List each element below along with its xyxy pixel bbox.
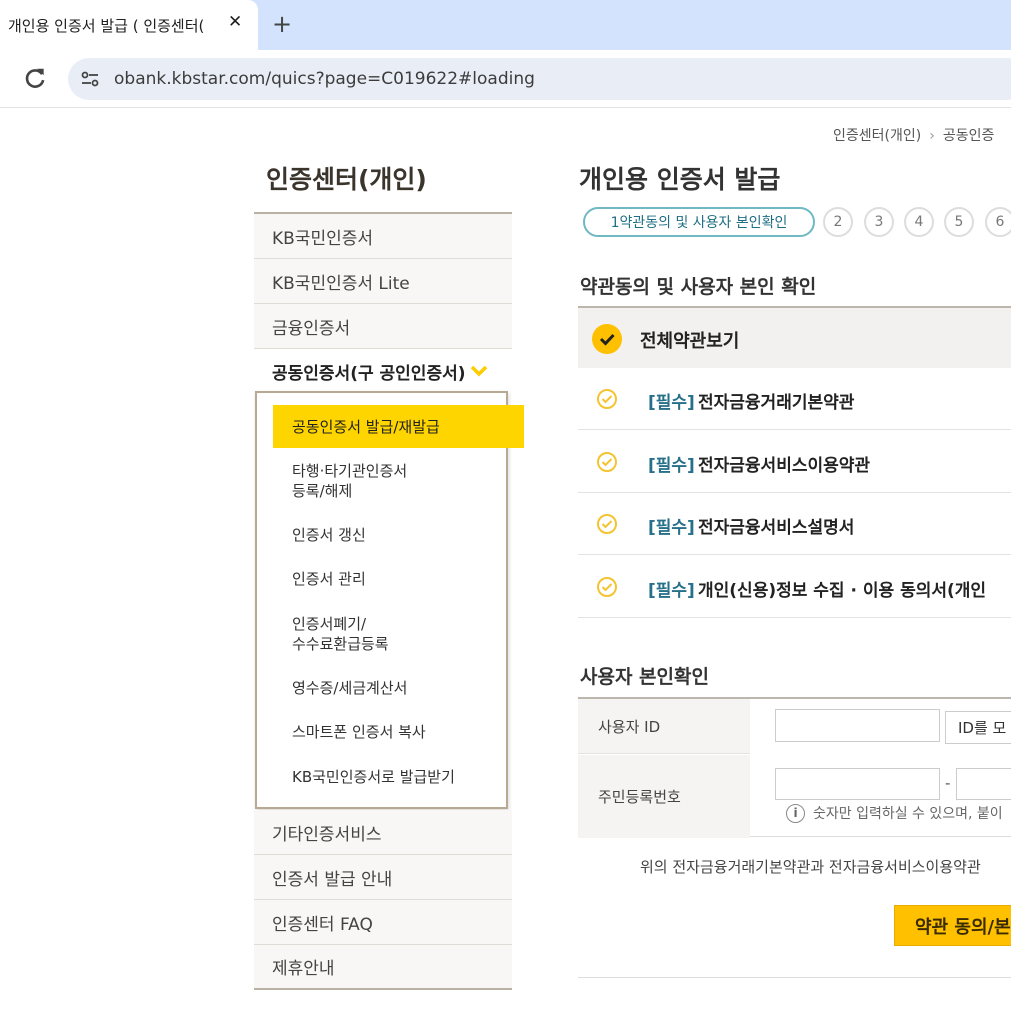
user-id-label: 사용자 ID — [578, 699, 750, 754]
terms-name[interactable]: 개인(신용)정보 수집 · 이용 동의서(개인 — [698, 576, 986, 601]
submenu: 공동인증서 발급/재발급 타행·타기관인증서 등록/해제 인증서 갱신 인증서 … — [255, 391, 524, 809]
rrn-back-input[interactable] — [956, 768, 1011, 800]
nav-item-issue-guide[interactable]: 인증서 발급 안내 — [254, 855, 512, 900]
required-tag: [필수] — [648, 518, 695, 538]
left-nav-bottom: 기타인증서비스 인증서 발급 안내 인증센터 FAQ 제휴안내 — [254, 810, 512, 990]
check-all-icon[interactable] — [592, 324, 622, 354]
rrn-label: 주민등록번호 — [578, 755, 750, 838]
breadcrumb-item[interactable]: 인증센터(개인) — [833, 128, 921, 144]
check-circle-icon[interactable] — [596, 388, 618, 410]
check-circle-icon[interactable] — [596, 451, 618, 473]
submenu-item-smartphone-copy[interactable]: 스마트폰 인증서 복사 — [292, 722, 426, 742]
submenu-item-revoke[interactable]: 인증서폐기/ 수수료환급등록 — [292, 614, 389, 654]
nav-item-kb-cert[interactable]: KB국민인증서 — [254, 214, 512, 259]
id-section-title: 사용자 본인확인 — [580, 666, 709, 688]
page-title: 개인용 인증서 발급 — [579, 165, 781, 194]
submenu-item-issue[interactable]: 공동인증서 발급/재발급 — [273, 405, 524, 448]
hint-text: 숫자만 입력하실 수 있으며, 붙이 — [813, 806, 1003, 822]
chevron-down-icon — [470, 365, 487, 377]
breadcrumb-item[interactable]: 공동인증 — [943, 128, 995, 144]
agree-all-label: 전체약관보기 — [640, 331, 740, 352]
reload-icon[interactable] — [22, 65, 48, 91]
breadcrumb: 인증센터(개인) › 공동인증 — [833, 125, 994, 145]
info-icon: i — [786, 803, 805, 823]
step-indicator: 3 — [864, 207, 894, 237]
agree-all-row[interactable]: 전체약관보기 — [578, 306, 1011, 368]
breadcrumb-separator: › — [929, 128, 935, 144]
submenu-item-register[interactable]: 타행·타기관인증서 등록/해제 — [292, 461, 407, 501]
tab-title: 개인용 인증서 발급 ( 인증센터( — [8, 17, 205, 35]
step-indicator: 5 — [944, 207, 974, 237]
nav-item-financial-cert[interactable]: 금융인증서 — [254, 304, 512, 349]
required-tag: [필수] — [648, 393, 695, 413]
step-indicator-active: 1약관동의 및 사용자 본인확인 — [583, 207, 815, 237]
rrn-dash: - — [945, 774, 951, 792]
terms-name[interactable]: 전자금융서비스설명서 — [698, 513, 854, 538]
left-nav: KB국민인증서 KB국민인증서 Lite 금융인증서 공동인증서(구 공인인증서… — [254, 212, 512, 393]
terms-name[interactable]: 전자금융거래기본약관 — [698, 388, 854, 413]
browser-toolbar: obank.kbstar.com/quics?page=C019622#load… — [0, 50, 1011, 108]
user-id-input[interactable] — [775, 709, 940, 742]
step-indicator: 2 — [823, 207, 853, 237]
terms-section-title: 약관동의 및 사용자 본인 확인 — [580, 276, 817, 298]
lnb-title: 인증센터(개인) — [266, 165, 427, 194]
divider — [578, 977, 1011, 978]
url-text: obank.kbstar.com/quics?page=C019622#load… — [114, 69, 535, 89]
submenu-item-receipt[interactable]: 영수증/세금계산서 — [292, 678, 407, 698]
submenu-item-manage[interactable]: 인증서 관리 — [292, 569, 366, 589]
required-tag: [필수] — [648, 581, 695, 601]
terms-row[interactable]: [필수] 전자금융거래기본약관 — [578, 368, 1011, 430]
nav-item-other-cert[interactable]: 기타인증서비스 — [254, 810, 512, 855]
step-indicator: 6 — [985, 207, 1011, 237]
required-tag: [필수] — [648, 456, 695, 476]
agree-button[interactable]: 약관 동의/본 — [894, 905, 1011, 946]
input-hint: i 숫자만 입력하실 수 있으며, 붙이 — [786, 803, 1003, 823]
submenu-item-renew[interactable]: 인증서 갱신 — [292, 525, 366, 545]
nav-item-joint-cert[interactable]: 공동인증서(구 공인인증서) — [254, 349, 512, 393]
nav-item-kb-cert-lite[interactable]: KB국민인증서 Lite — [254, 259, 512, 304]
new-tab-button[interactable]: + — [272, 10, 292, 38]
id-lookup-button[interactable]: ID를 모 — [945, 711, 1011, 744]
close-icon[interactable]: ✕ — [228, 12, 242, 32]
terms-name[interactable]: 전자금융서비스이용약관 — [698, 451, 870, 476]
check-circle-icon[interactable] — [596, 576, 618, 598]
terms-row[interactable]: [필수] 개인(신용)정보 수집 · 이용 동의서(개인 — [578, 556, 1011, 618]
rrn-front-input[interactable] — [775, 768, 940, 800]
terms-row[interactable]: [필수] 전자금융서비스이용약관 — [578, 431, 1011, 493]
nav-item-faq[interactable]: 인증센터 FAQ — [254, 900, 512, 945]
nav-item-partners[interactable]: 제휴안내 — [254, 945, 512, 990]
agreement-notice: 위의 전자금융거래기본약관과 전자금융서비스이용약관 — [640, 858, 981, 876]
step-indicator: 4 — [904, 207, 934, 237]
terms-row[interactable]: [필수] 전자금융서비스설명서 — [578, 493, 1011, 555]
browser-tab[interactable]: 개인용 인증서 발급 ( 인증센터( ✕ — [0, 0, 258, 50]
address-bar[interactable]: obank.kbstar.com/quics?page=C019622#load… — [68, 58, 1011, 100]
nav-item-label: 공동인증서(구 공인인증서) — [272, 363, 466, 384]
check-circle-icon[interactable] — [596, 513, 618, 535]
submenu-item-kb-issue[interactable]: KB국민인증서로 발급받기 — [292, 767, 455, 787]
site-info-icon[interactable] — [80, 69, 100, 89]
browser-tab-bar: 개인용 인증서 발급 ( 인증센터( ✕ + — [0, 0, 1011, 50]
